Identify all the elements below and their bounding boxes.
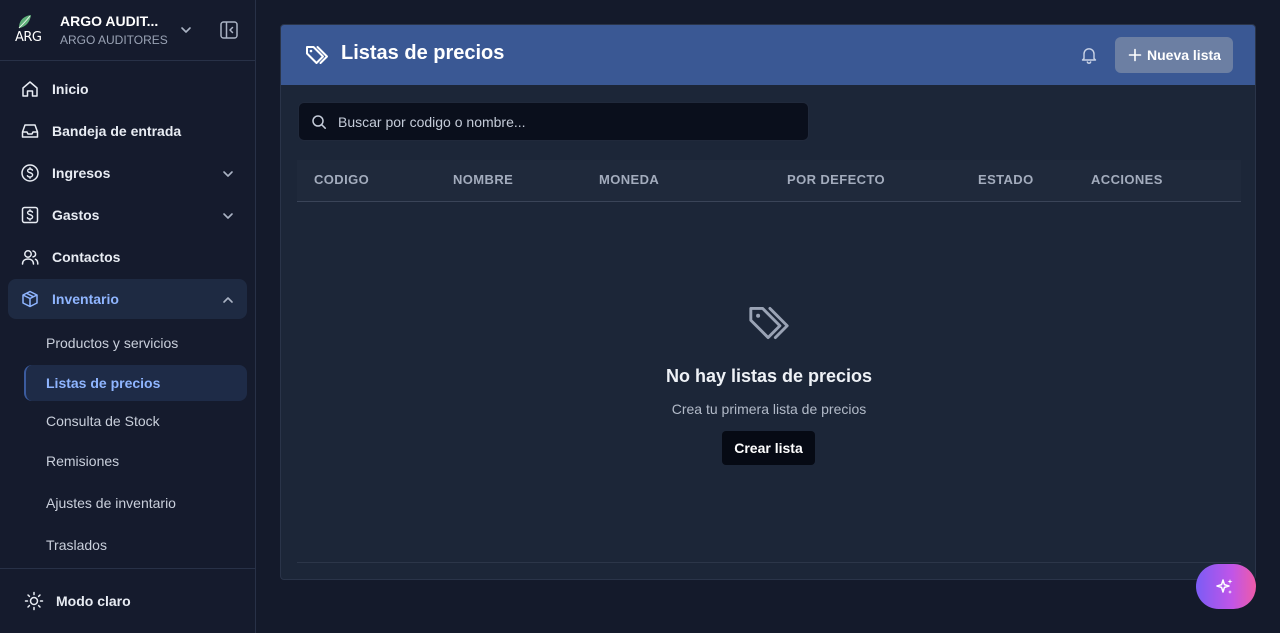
bell-icon[interactable] bbox=[1079, 45, 1099, 65]
sidebar-footer: Modo claro bbox=[0, 568, 255, 633]
price-lists-panel: Listas de precios Nueva lista CODIGO NOM… bbox=[280, 24, 1256, 580]
column-header-codigo[interactable]: CODIGO bbox=[314, 172, 369, 187]
sidebar-item-label: Inicio bbox=[52, 81, 89, 97]
search-input[interactable] bbox=[338, 103, 798, 140]
chevron-down-icon bbox=[223, 213, 233, 219]
theme-toggle-button[interactable]: Modo claro bbox=[16, 583, 236, 619]
logo-text: ARG bbox=[15, 30, 42, 45]
sidebar-item-ingresos[interactable]: Ingresos bbox=[8, 153, 247, 193]
sidebar-item-label: Ingresos bbox=[52, 165, 111, 181]
tags-icon bbox=[749, 307, 789, 339]
table-header: CODIGO NOMBRE MONEDA POR DEFECTO ESTADO … bbox=[297, 160, 1241, 202]
sparkles-icon bbox=[1216, 579, 1233, 594]
new-price-list-button[interactable]: Nueva lista bbox=[1115, 37, 1233, 73]
sidebar: ARG ARGO AUDIT... ARGO AUDITORES Inicio … bbox=[0, 0, 256, 633]
sidebar-subitem-consulta-stock[interactable]: Consulta de Stock bbox=[24, 403, 247, 439]
sidebar-subitem-label: Listas de precios bbox=[46, 375, 161, 391]
page-title: Listas de precios bbox=[341, 42, 505, 64]
sidebar-item-label: Contactos bbox=[52, 249, 121, 265]
sidebar-item-contactos[interactable]: Contactos bbox=[8, 237, 247, 277]
column-header-nombre[interactable]: NOMBRE bbox=[453, 172, 513, 187]
sidebar-item-label: Inventario bbox=[52, 291, 119, 307]
sidebar-subitem-ajustes[interactable]: Ajustes de inventario bbox=[24, 485, 247, 521]
sidebar-item-bandeja[interactable]: Bandeja de entrada bbox=[8, 111, 247, 151]
workspace-name: ARGO AUDIT... bbox=[60, 13, 159, 29]
column-header-moneda[interactable]: MONEDA bbox=[599, 172, 659, 187]
leaf-icon bbox=[18, 15, 31, 29]
column-header-por-defecto[interactable]: POR DEFECTO bbox=[787, 172, 885, 187]
sidebar-item-label: Gastos bbox=[52, 207, 100, 223]
collapse-sidebar-icon[interactable] bbox=[219, 20, 239, 40]
workspace-switcher[interactable]: ARG ARGO AUDIT... ARGO AUDITORES bbox=[0, 0, 255, 61]
sidebar-item-label: Bandeja de entrada bbox=[52, 123, 182, 139]
workspace-subtitle: ARGO AUDITORES bbox=[60, 33, 168, 47]
sidebar-subitem-label: Productos y servicios bbox=[46, 335, 179, 351]
sun-icon bbox=[24, 591, 44, 611]
ai-assistant-button[interactable] bbox=[1196, 564, 1256, 609]
sidebar-subitem-label: Remisiones bbox=[46, 453, 120, 469]
table-divider bbox=[297, 562, 1241, 563]
inbox-icon bbox=[21, 124, 39, 138]
home-icon bbox=[22, 81, 38, 97]
theme-toggle-label: Modo claro bbox=[56, 593, 131, 609]
sidebar-item-gastos[interactable]: Gastos bbox=[8, 195, 247, 235]
sidebar-subitem-productos[interactable]: Productos y servicios bbox=[24, 325, 247, 361]
column-header-acciones: ACCIONES bbox=[1091, 172, 1163, 187]
new-price-list-label: Nueva lista bbox=[1147, 47, 1221, 63]
column-header-estado[interactable]: ESTADO bbox=[978, 172, 1034, 187]
sidebar-item-inicio[interactable]: Inicio bbox=[8, 69, 247, 109]
page-header: Listas de precios Nueva lista bbox=[281, 25, 1255, 85]
plus-icon bbox=[1128, 48, 1142, 62]
empty-state-subtitle: Crea tu primera lista de precios bbox=[671, 401, 867, 417]
search-box bbox=[298, 102, 809, 141]
sidebar-item-inventario[interactable]: Inventario bbox=[8, 279, 247, 319]
sidebar-subitem-label: Consulta de Stock bbox=[46, 413, 160, 429]
sidebar-subitem-remisiones[interactable]: Remisiones bbox=[24, 443, 247, 479]
dollar-circle-icon bbox=[21, 164, 39, 182]
create-list-button[interactable]: Crear lista bbox=[722, 431, 815, 465]
box-icon bbox=[22, 290, 38, 308]
chevron-down-icon bbox=[223, 171, 233, 177]
dollar-square-icon bbox=[21, 206, 39, 224]
sidebar-subitem-label: Traslados bbox=[46, 537, 107, 553]
empty-state-title: No hay listas de precios bbox=[665, 366, 873, 386]
sidebar-subitem-listas-precios[interactable]: Listas de precios bbox=[24, 365, 247, 401]
sidebar-subitem-traslados[interactable]: Traslados bbox=[24, 527, 247, 563]
company-logo: ARG bbox=[15, 14, 47, 46]
tags-icon bbox=[306, 46, 328, 64]
chevron-up-icon bbox=[223, 297, 233, 303]
users-icon bbox=[21, 250, 39, 265]
sidebar-subitem-label: Ajustes de inventario bbox=[46, 495, 176, 511]
search-icon bbox=[312, 115, 326, 129]
chevron-down-icon[interactable] bbox=[179, 23, 193, 37]
